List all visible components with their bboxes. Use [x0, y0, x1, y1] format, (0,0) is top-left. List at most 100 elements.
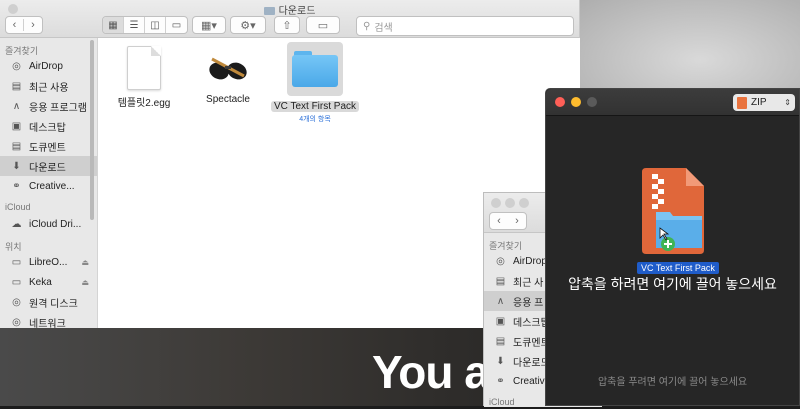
format-select[interactable]: ZIP ⇕: [733, 94, 795, 111]
spectacle-icon: [209, 57, 247, 80]
search-placeholder: 검색: [374, 22, 393, 34]
zip-file-icon: [737, 96, 747, 109]
sidebar-item-creative-cloud[interactable]: ⚭ Creative...: [0, 176, 97, 196]
documents-icon: ▤: [495, 335, 506, 347]
share-icon: ⇧: [282, 19, 292, 32]
list-view-icon[interactable]: ☰: [124, 17, 145, 33]
sidebar-item-label: Creativ: [513, 375, 545, 387]
search-input[interactable]: ⚲ 검색: [356, 16, 574, 36]
sidebar-item-label: Creative...: [29, 180, 75, 192]
document-icon: [127, 46, 161, 90]
back-icon[interactable]: ‹: [490, 215, 508, 227]
close-button[interactable]: [555, 97, 565, 107]
zoom-button[interactable]: [519, 198, 529, 208]
sidebar-item-label: 응용 프로그램: [29, 102, 87, 114]
zip-archive-icon: [642, 168, 704, 254]
file-item[interactable]: 템플릿2.egg: [99, 46, 189, 109]
sidebar-item-label: 최근 사: [513, 277, 544, 289]
airdrop-icon: ◎: [12, 60, 21, 72]
chevron-updown-icon: ⇕: [784, 98, 791, 107]
sidebar-section-icloud: iCloud: [5, 202, 31, 212]
column-view-icon[interactable]: ◫: [145, 17, 166, 33]
airdrop-icon: ◎: [496, 255, 505, 267]
icon-view-icon[interactable]: ▦: [103, 17, 124, 33]
file-item[interactable]: Spectacle: [183, 46, 273, 105]
recents-icon: ▤: [495, 275, 506, 287]
icloud-icon: ☁: [11, 218, 22, 230]
close-button[interactable]: [8, 4, 18, 14]
recents-icon: ▤: [11, 80, 22, 92]
zoom-button[interactable]: [587, 97, 597, 107]
search-icon: ⚲: [363, 20, 371, 32]
creative-cloud-icon: ⚭: [12, 180, 21, 192]
sidebar-item-label: 다운로드: [29, 162, 66, 174]
share-button[interactable]: ⇧: [274, 16, 300, 34]
sidebar-item-applications[interactable]: ∧ 응용 프로그램: [0, 96, 97, 116]
action-button[interactable]: ⚙▾: [230, 16, 266, 34]
disk-icon: ▭: [11, 256, 22, 268]
sidebar-item-remote-disc[interactable]: ◎ 원격 디스크: [0, 292, 97, 312]
back-icon[interactable]: ‹: [6, 19, 24, 31]
archiver-window: ZIP ⇕ VC Text First Pack 압축을 하려면 여기에 끌어 …: [545, 88, 800, 406]
window-title: 다운로드: [0, 2, 579, 17]
disk-icon: ▭: [11, 276, 22, 288]
sidebar-item-network[interactable]: ◎ 네트워크: [0, 312, 97, 329]
sidebar-item-label: 최근 사용: [29, 82, 69, 94]
sidebar-item-keka[interactable]: ▭ Keka ⏏: [0, 272, 97, 292]
close-button[interactable]: [491, 198, 501, 208]
back-forward-buttons[interactable]: ‹ ›: [489, 212, 527, 230]
dragged-item-label: VC Text First Pack: [637, 262, 719, 274]
group-button[interactable]: ▦▾: [192, 16, 226, 34]
gallery-view-icon[interactable]: ▭: [166, 17, 187, 33]
wallpaper-headline: You a: [372, 346, 490, 398]
folder-icon: [263, 7, 275, 15]
sidebar-item-recents[interactable]: ▤ 최근 사용: [0, 76, 97, 96]
compress-drop-prompt[interactable]: 압축을 하려면 여기에 끌어 놓으세요: [546, 274, 799, 294]
back-forward-buttons[interactable]: ‹ ›: [5, 16, 43, 34]
folder-item-count: 4개의 항목: [299, 116, 331, 123]
network-icon: ◎: [12, 316, 21, 328]
sidebar-item-icloud-drive[interactable]: ☁ iCloud Dri...: [0, 214, 97, 234]
view-mode-switcher[interactable]: ▦ ☰ ◫ ▭: [102, 16, 188, 34]
sidebar-item-label: AirDrop: [513, 255, 547, 267]
file-name: Spectacle: [206, 94, 250, 105]
sidebar-item-label: AirDrop: [29, 60, 63, 72]
archiver-titlebar: ZIP ⇕: [546, 89, 799, 116]
file-name: 템플릿2.egg: [117, 98, 171, 109]
sidebar-item-documents[interactable]: ▤ 도큐멘트: [0, 136, 97, 156]
folder-icon-selection: [287, 42, 343, 96]
desktop-icon: ▣: [11, 120, 22, 132]
minimize-button[interactable]: [571, 97, 581, 107]
group-icon: ▦▾: [201, 19, 217, 32]
gear-icon: ⚙▾: [240, 19, 256, 32]
sidebar-item-libreoffice[interactable]: ▭ LibreO... ⏏: [0, 252, 97, 272]
file-item-selected[interactable]: VC Text First Pack 4개의 항목: [270, 42, 360, 124]
sidebar-item-label: LibreO...: [29, 256, 68, 268]
sidebar-section-locations: 위치: [5, 242, 22, 252]
creative-cloud-icon: ⚭: [496, 375, 505, 387]
tag-icon: ▭: [317, 19, 329, 32]
sidebar-item-label: 데스크탑: [29, 122, 66, 134]
downloads-icon: ⬇: [496, 355, 505, 367]
documents-icon: ▤: [11, 140, 22, 152]
sidebar-scrollbar[interactable]: [90, 40, 94, 220]
applications-icon: ∧: [12, 100, 21, 112]
remote-disc-icon: ◎: [12, 296, 21, 308]
sidebar-item-label: iCloud Dri...: [29, 218, 82, 230]
forward-icon[interactable]: ›: [508, 215, 526, 227]
downloads-icon: ⬇: [12, 160, 21, 172]
sidebar-item-label: 네트워크: [29, 318, 66, 329]
applications-icon: ∧: [496, 295, 505, 307]
eject-icon[interactable]: ⏏: [81, 278, 89, 287]
tag-button[interactable]: ▭: [306, 16, 340, 34]
finder-toolbar: 다운로드 ‹ › ▦ ☰ ◫ ▭ ▦▾ ⚙▾ ⇧ ▭ ⚲ 검색: [0, 0, 579, 38]
sidebar-item-label: 도큐멘트: [29, 142, 66, 154]
extract-drop-hint: 압축을 푸려면 여기에 끌어 놓으세요: [597, 377, 748, 388]
sidebar-item-label: 응용 프: [513, 297, 544, 309]
minimize-button[interactable]: [505, 198, 515, 208]
forward-icon[interactable]: ›: [24, 19, 42, 31]
sidebar-item-desktop[interactable]: ▣ 데스크탑: [0, 116, 97, 136]
sidebar-item-airdrop[interactable]: ◎ AirDrop: [0, 56, 97, 76]
sidebar-item-downloads[interactable]: ⬇ 다운로드: [0, 156, 97, 176]
eject-icon[interactable]: ⏏: [81, 258, 89, 267]
